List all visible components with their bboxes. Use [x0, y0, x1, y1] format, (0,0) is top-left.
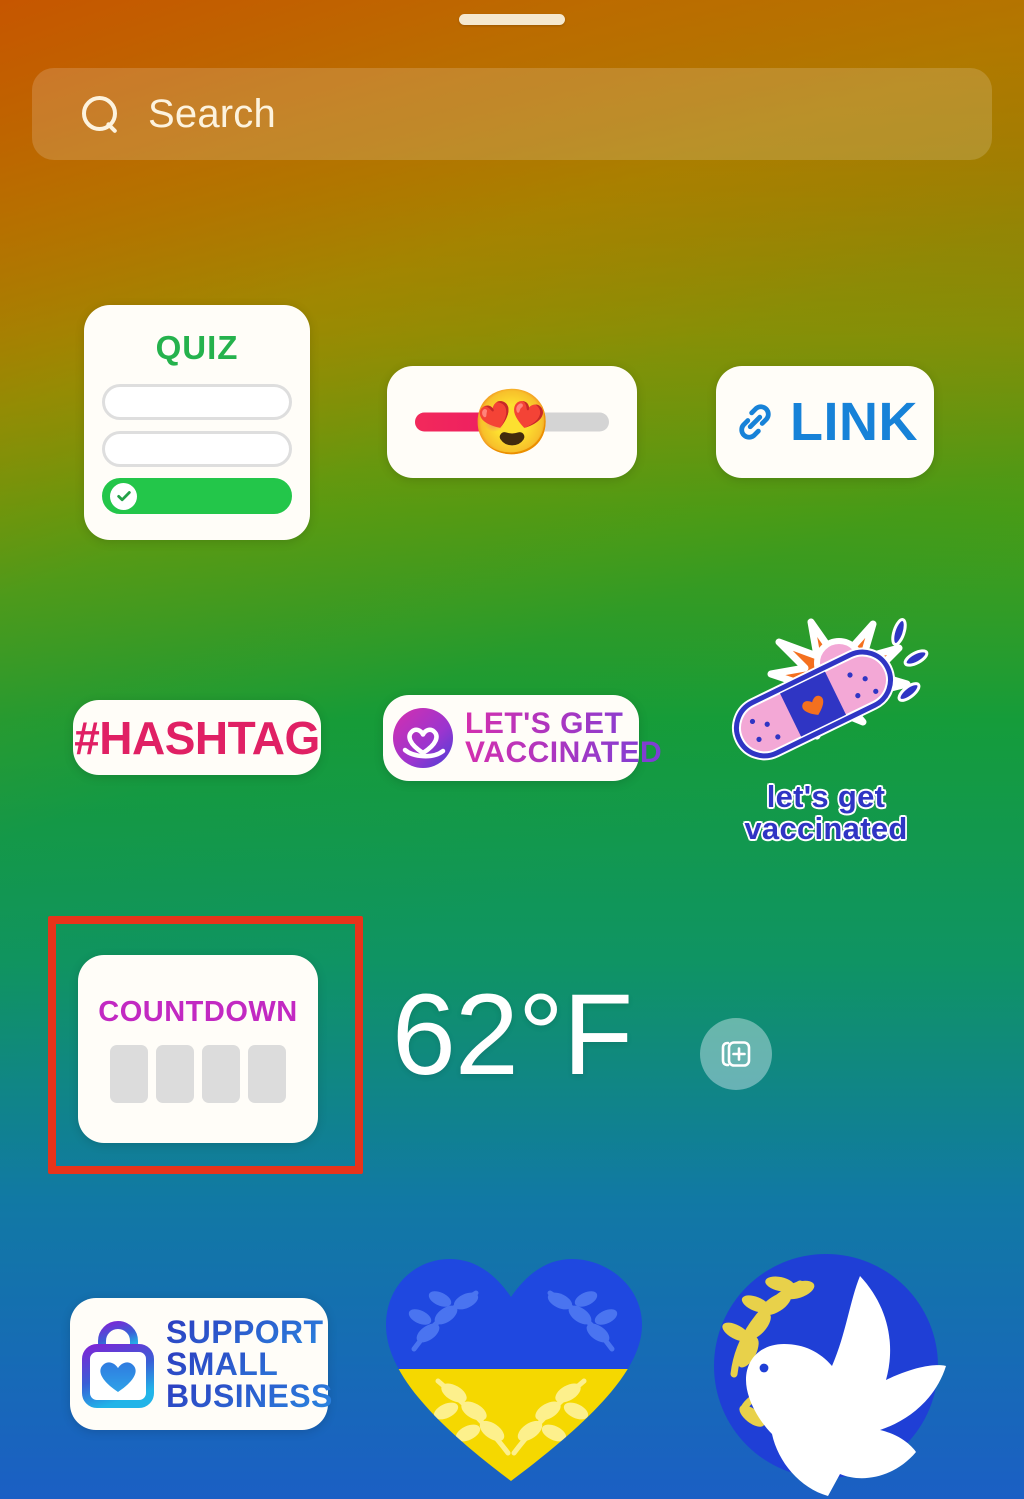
sticker-countdown[interactable]: COUNTDOWN: [78, 955, 318, 1143]
flower-bandage-caption-line1: let's get: [766, 779, 886, 814]
search-input-placeholder: Search: [148, 91, 276, 136]
sticker-peace-dove[interactable]: [700, 1248, 952, 1499]
countdown-digit-slots: [110, 1044, 286, 1103]
ssb-line1: SUPPORT: [166, 1316, 333, 1348]
vaccinated-badge-line1: LET'S GET: [465, 708, 662, 738]
heart-eyes-emoji[interactable]: 😍: [472, 390, 552, 454]
drag-handle[interactable]: [459, 14, 565, 25]
flower-bandage-caption-line2: vaccinated: [744, 811, 908, 847]
chain-link-icon: [732, 399, 778, 445]
hashtag-label: #HASHTAG: [74, 711, 320, 764]
vaccinated-badge-line2: VACCINATED: [465, 736, 663, 769]
quiz-option-correct[interactable]: [102, 478, 292, 514]
support-small-business-text: SUPPORT SMALL BUSINESS: [166, 1316, 333, 1412]
sticker-emoji-slider[interactable]: 😍: [387, 366, 637, 478]
peace-dove-icon: [700, 1248, 952, 1499]
sticker-lets-get-vaccinated-badge[interactable]: LET'S GET VACCINATED: [383, 695, 662, 781]
bandage-flower-icon: [711, 600, 941, 785]
quiz-option-1[interactable]: [102, 384, 292, 420]
countdown-title: COUNTDOWN: [98, 995, 298, 1028]
search-bar[interactable]: Search: [32, 68, 992, 160]
quiz-option-2[interactable]: [102, 431, 292, 467]
ssb-line3: BUSINESS: [166, 1378, 333, 1414]
countdown-slot: [156, 1044, 194, 1103]
ukraine-heart-icon: [380, 1253, 642, 1485]
flower-bandage-caption: let's get vaccinated: [744, 779, 908, 847]
ssb-line2: SMALL: [166, 1348, 333, 1380]
shopping-bag-heart-icon: [76, 1318, 160, 1410]
heart-ribbon-icon: [391, 706, 455, 770]
check-circle-icon: [110, 482, 137, 510]
search-icon: [80, 94, 120, 134]
sticker-hashtag[interactable]: #HASHTAG: [73, 700, 321, 775]
quiz-title: QUIZ: [155, 329, 239, 366]
temperature-value: 62°F: [391, 970, 633, 1099]
sticker-flower-bandage[interactable]: let's get vaccinated: [700, 600, 952, 868]
vaccinated-badge-text: LET'S GET VACCINATED: [465, 708, 663, 769]
sticker-temperature[interactable]: 62°F: [391, 970, 633, 1099]
countdown-slot: [202, 1044, 240, 1103]
countdown-slot: [110, 1044, 148, 1103]
add-sticker-button[interactable]: [700, 1018, 772, 1090]
countdown-slot: [248, 1044, 286, 1103]
link-label: LINK: [790, 392, 918, 452]
sticker-tray-screen: Search QUIZ 😍 LINK #HASHTAG LET'S GET VA…: [0, 0, 1024, 1499]
sticker-quiz[interactable]: QUIZ: [84, 305, 310, 540]
sticker-ukraine-heart[interactable]: [380, 1253, 642, 1485]
add-stack-icon: [716, 1034, 756, 1074]
sticker-support-small-business[interactable]: SUPPORT SMALL BUSINESS: [70, 1298, 332, 1430]
sticker-link[interactable]: LINK: [716, 366, 934, 478]
